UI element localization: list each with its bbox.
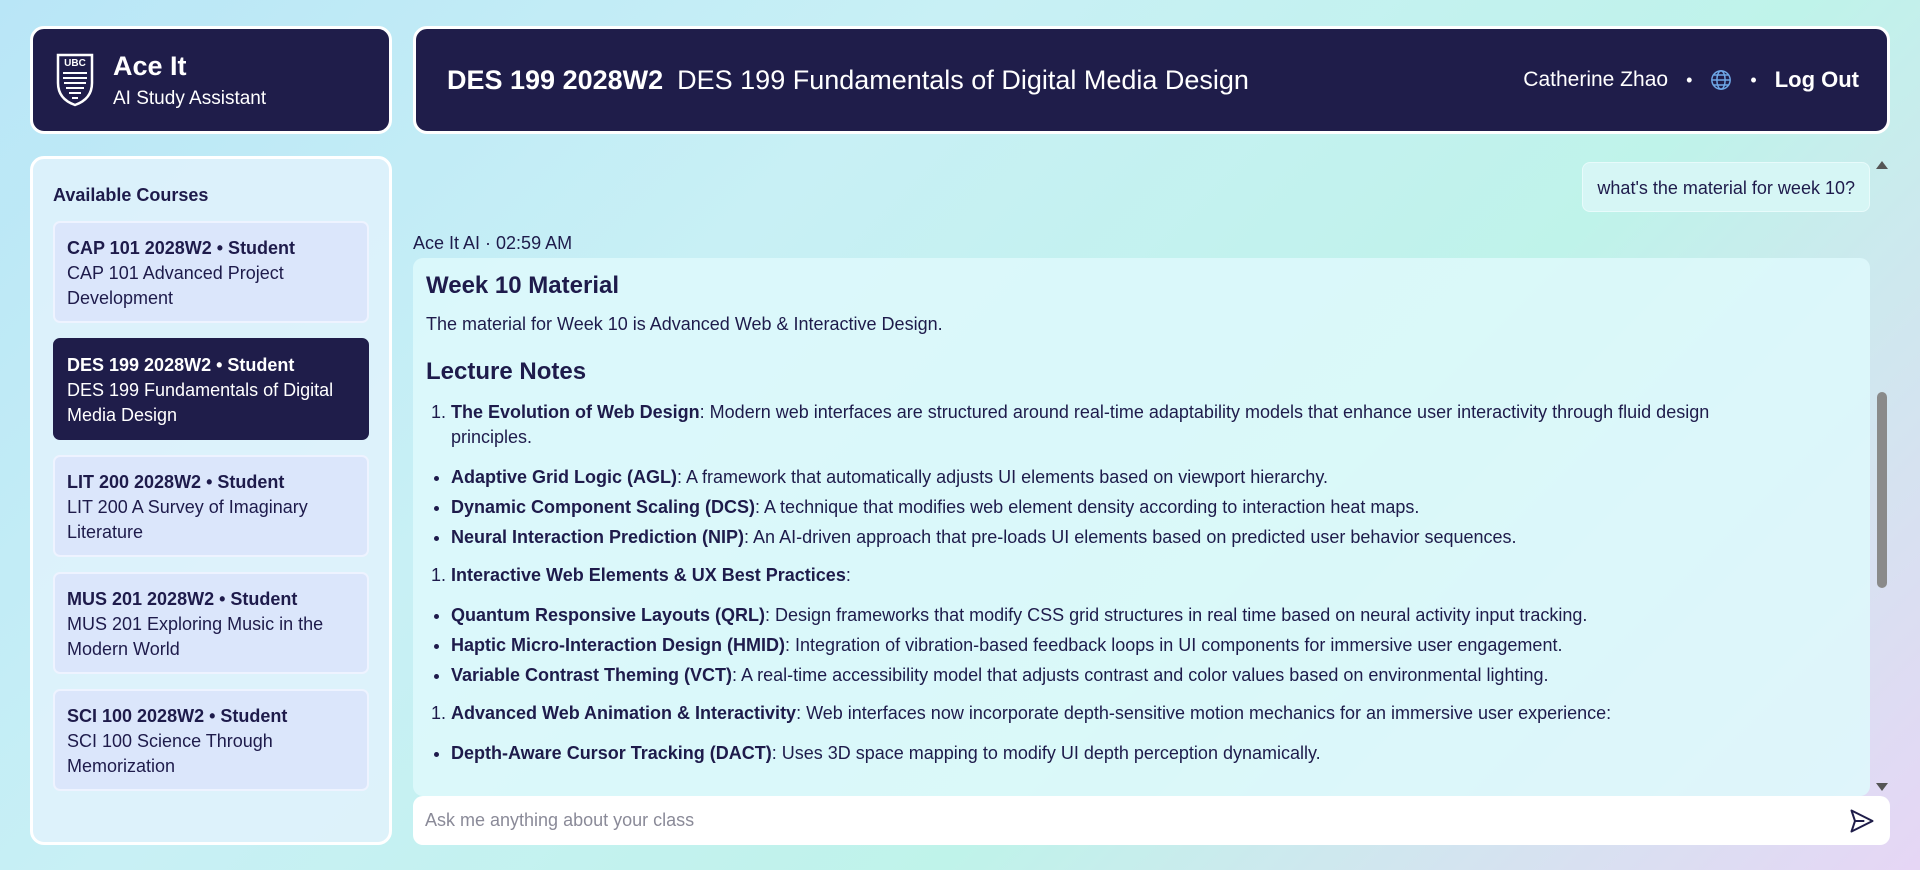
term-name: Quantum Responsive Layouts (QRL) — [451, 605, 766, 625]
course-card-cap101[interactable]: CAP 101 2028W2 • Student CAP 101 Advance… — [53, 221, 369, 323]
app-subtitle: AI Study Assistant — [113, 88, 267, 109]
user-message-bubble: what's the material for week 10? — [1582, 162, 1870, 212]
globe-icon[interactable] — [1710, 69, 1732, 91]
term-name: Neural Interaction Prediction (NIP) — [451, 527, 745, 547]
scrollbar-thumb[interactable] — [1877, 392, 1887, 588]
ai-section-heading: Lecture Notes — [426, 358, 587, 385]
term-item: Dynamic Component Scaling (DCS): A techn… — [451, 495, 1782, 520]
term-desc: : A real-time accessibility model that a… — [732, 665, 1549, 685]
topic-desc: : — [845, 565, 851, 585]
term-list: Adaptive Grid Logic (AGL): A framework t… — [426, 465, 1782, 550]
chat-scrollbar[interactable] — [1875, 156, 1890, 796]
scroll-down-arrow-icon[interactable] — [1876, 783, 1888, 791]
course-card-title: CAP 101 2028W2 • Student — [67, 238, 296, 258]
term-item: Variable Contrast Theming (VCT): A real-… — [451, 663, 1782, 688]
course-card-lit200[interactable]: LIT 200 2028W2 • Student LIT 200 A Surve… — [53, 455, 369, 557]
course-card-name: CAP 101 Advanced Project Development — [67, 263, 284, 308]
course-card-name: DES 199 Fundamentals of Digital Media De… — [67, 380, 334, 425]
topic-item: Advanced Web Animation & Interactivity: … — [451, 701, 1782, 726]
term-name: Haptic Micro-Interaction Design (HMID) — [451, 635, 786, 655]
current-course-name: DES 199 Fundamentals of Digital Media De… — [677, 64, 1249, 95]
header-user-area: Catherine Zhao • • Log Out — [1523, 67, 1859, 93]
term-name: Adaptive Grid Logic (AGL) — [451, 467, 678, 487]
course-card-sci100[interactable]: SCI 100 2028W2 • Student SCI 100 Science… — [53, 689, 369, 791]
ai-heading: Week 10 Material — [426, 272, 619, 299]
term-name: Variable Contrast Theming (VCT) — [451, 665, 733, 685]
term-desc: : A technique that modifies web element … — [755, 497, 1420, 517]
logo-text: UBC — [64, 58, 86, 69]
course-card-name: MUS 201 Exploring Music in the Modern Wo… — [67, 614, 324, 659]
user-name: Catherine Zhao — [1523, 68, 1669, 91]
header-bar: DES 199 2028W2 DES 199 Fundamentals of D… — [413, 26, 1890, 134]
sidebar-title: Available Courses — [53, 185, 209, 205]
logout-button[interactable]: Log Out — [1775, 67, 1859, 93]
topic-title: Advanced Web Animation & Interactivity — [451, 703, 797, 723]
course-card-title: DES 199 2028W2 • Student — [67, 355, 295, 375]
term-item: Quantum Responsive Layouts (QRL): Design… — [451, 603, 1782, 628]
course-card-mus201[interactable]: MUS 201 2028W2 • Student MUS 201 Explori… — [53, 572, 369, 674]
current-course-code: DES 199 2028W2 — [447, 64, 664, 95]
message-input[interactable] — [425, 810, 1848, 831]
ai-message-bubble: Week 10 Material The material for Week 1… — [413, 258, 1870, 796]
scroll-up-arrow-icon[interactable] — [1876, 161, 1888, 169]
term-item: Neural Interaction Prediction (NIP): An … — [451, 525, 1782, 550]
topic-item: Interactive Web Elements & UX Best Pract… — [451, 563, 1782, 588]
course-card-name: LIT 200 A Survey of Imaginary Literature — [67, 497, 308, 542]
term-item: Haptic Micro-Interaction Design (HMID): … — [451, 633, 1782, 658]
chat-area[interactable]: what's the material for week 10? Ace It … — [413, 156, 1890, 796]
message-input-bar — [413, 796, 1890, 845]
topic-desc: : Web interfaces now incorporate depth-s… — [796, 703, 1612, 723]
ubc-crest-icon: UBC — [56, 53, 94, 107]
term-name: Depth-Aware Cursor Tracking (DACT) — [451, 743, 772, 763]
topic-list: Advanced Web Animation & Interactivity: … — [426, 701, 1782, 726]
course-sidebar: Available Courses CAP 101 2028W2 • Stude… — [30, 156, 392, 845]
term-list: Depth-Aware Cursor Tracking (DACT): Uses… — [426, 741, 1782, 766]
term-desc: : Design frameworks that modify CSS grid… — [765, 605, 1588, 625]
separator-dot: • — [1750, 69, 1757, 90]
course-card-title: SCI 100 2028W2 • Student — [67, 706, 288, 726]
app-title: Ace It — [113, 51, 187, 81]
send-icon[interactable] — [1848, 807, 1876, 835]
term-item: Adaptive Grid Logic (AGL): A framework t… — [451, 465, 1782, 490]
term-desc: : Integration of vibration-based feedbac… — [785, 635, 1563, 655]
term-desc: : Uses 3D space mapping to modify UI dep… — [771, 743, 1321, 763]
ai-intro: The material for Week 10 is Advanced Web… — [426, 314, 943, 334]
term-list: Quantum Responsive Layouts (QRL): Design… — [426, 603, 1782, 688]
topic-item: The Evolution of Web Design: Modern web … — [451, 400, 1782, 450]
course-card-des199[interactable]: DES 199 2028W2 • Student DES 199 Fundame… — [53, 338, 369, 440]
topic-list: The Evolution of Web Design: Modern web … — [426, 400, 1782, 450]
term-desc: : A framework that automatically adjusts… — [677, 467, 1328, 487]
brand-panel: UBC Ace It AI Study Assistant — [30, 26, 392, 134]
course-card-title: MUS 201 2028W2 • Student — [67, 589, 298, 609]
topic-list: Interactive Web Elements & UX Best Pract… — [426, 563, 1782, 588]
course-card-name: SCI 100 Science Through Memorization — [67, 731, 273, 776]
separator-dot: • — [1686, 69, 1693, 90]
topic-title: Interactive Web Elements & UX Best Pract… — [451, 565, 846, 585]
topic-title: The Evolution of Web Design — [451, 402, 700, 422]
term-desc: : An AI-driven approach that pre-loads U… — [744, 527, 1517, 547]
term-item: Depth-Aware Cursor Tracking (DACT): Uses… — [451, 741, 1782, 766]
ai-message-meta: Ace It AI · 02:59 AM — [413, 233, 573, 253]
term-name: Dynamic Component Scaling (DCS) — [451, 497, 756, 517]
course-card-title: LIT 200 2028W2 • Student — [67, 472, 285, 492]
